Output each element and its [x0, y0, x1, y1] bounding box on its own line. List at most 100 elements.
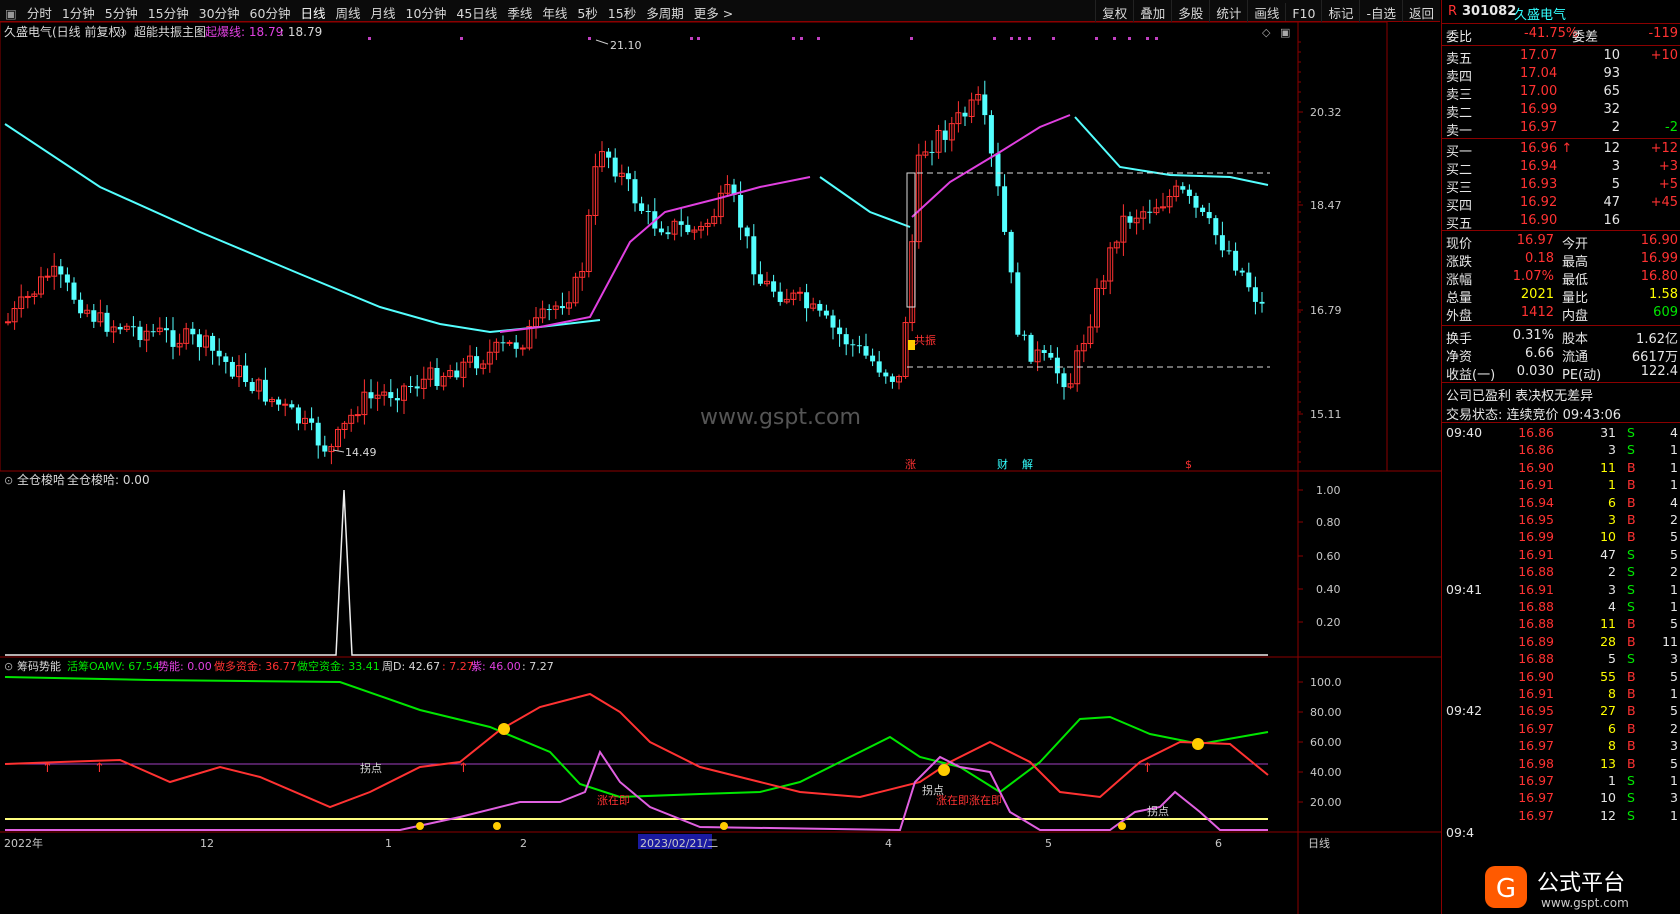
indicator-name: 超能共振主图: [134, 24, 206, 39]
date-label: 2: [520, 837, 527, 850]
bid-change: +12: [1650, 141, 1678, 156]
tick-volume: 1: [1608, 773, 1616, 788]
candle-body: [777, 291, 783, 302]
all-in-signal-line: [5, 489, 1268, 656]
period-tab[interactable]: 15分钟: [143, 0, 194, 22]
svg-text:www.gspt.com: www.gspt.com: [1541, 896, 1629, 910]
stat-value: 16.90: [1640, 233, 1678, 248]
brand-logo: G 公式平台 www.gspt.com: [1481, 860, 1680, 914]
signal-dot: [1028, 37, 1031, 40]
period-tab[interactable]: 分时: [22, 0, 57, 22]
price-axis-label: 20.32: [1310, 106, 1342, 119]
chart-area[interactable]: 久盛电气(日线 前复权)⊙ 超能共振主图起爆线: 18.79: 18.79 ◇ ▣20…: [0, 22, 1441, 914]
candle-body: [757, 274, 763, 284]
period-tab[interactable]: 年线: [537, 0, 572, 22]
tick-row: 09:42 16.95 27 B 5: [1442, 702, 1680, 720]
up-arrow-icon: ↑: [458, 761, 469, 776]
candle-body: [559, 306, 565, 309]
period-tab[interactable]: 5分钟: [100, 0, 143, 22]
period-tab[interactable]: 60分钟: [245, 0, 296, 22]
tick-side: B: [1627, 459, 1636, 475]
candle-body: [625, 173, 631, 180]
signal-dot: [1128, 37, 1131, 40]
signal-label: 涨在即: [597, 794, 630, 807]
signal-label: 拐点: [1147, 804, 1169, 818]
weibi-label: 委比: [1446, 30, 1473, 45]
long-money-line: [4, 692, 1269, 809]
candle-body: [24, 295, 31, 298]
period-tab[interactable]: 30分钟: [194, 0, 245, 22]
candle-body: [1028, 334, 1034, 362]
candle-body: [870, 355, 876, 362]
ask-price: 17.07: [1520, 48, 1558, 63]
toolbar-button[interactable]: -自选: [1359, 0, 1402, 22]
bid-price: 16.96 ↑: [1520, 141, 1573, 156]
signal-dot: [1155, 37, 1158, 40]
toolbar-button[interactable]: 统计: [1209, 0, 1247, 22]
toolbar-button[interactable]: 多股: [1171, 0, 1209, 22]
toolbar-button[interactable]: 画线: [1247, 0, 1285, 22]
watermark: www.gspt.com: [700, 405, 861, 430]
signal-dot: [910, 37, 913, 40]
toolbar-button[interactable]: 叠加: [1133, 0, 1171, 22]
tick-side: S: [1627, 773, 1635, 788]
tick-price: 16.95: [1518, 703, 1554, 719]
tick-price: 16.95: [1518, 512, 1554, 527]
period-tab[interactable]: 10分钟: [401, 0, 452, 22]
resonance-box: [906, 172, 916, 308]
signal-label: 涨在即涨在即: [936, 794, 1002, 807]
date-label: 12: [200, 837, 214, 850]
tick-volume: 5: [1608, 651, 1616, 667]
tick-price: 16.90: [1518, 668, 1554, 684]
tick-volume: 3: [1608, 512, 1616, 527]
candle-body: [606, 151, 612, 158]
toolbar-button[interactable]: F10: [1285, 3, 1321, 21]
candle-body: [1048, 352, 1054, 358]
tick-volume: 28: [1600, 633, 1616, 649]
candle-body: [117, 326, 123, 330]
tick-row: 09:41 16.91 3 S 1: [1442, 581, 1680, 599]
bid-change: +5: [1658, 177, 1678, 192]
settings-icon: ⊙: [118, 26, 127, 39]
candle-body: [196, 334, 202, 348]
toolbar-button[interactable]: 复权: [1095, 0, 1133, 22]
event-marker: 财: [997, 457, 1008, 471]
diamond-icon: ◇: [1262, 26, 1271, 39]
date-label: 2022年: [4, 836, 43, 850]
hand-icon: [1118, 822, 1126, 830]
tick-count: 1: [1670, 686, 1678, 701]
breakout-line-value: : 18.79: [280, 25, 322, 39]
tick-volume: 1: [1608, 477, 1616, 493]
tick-row: 16.95 3 B 2: [1442, 511, 1680, 529]
candle-body: [1061, 373, 1067, 388]
tick-price: 16.86: [1518, 442, 1554, 458]
period-tab[interactable]: 周线: [330, 0, 365, 22]
tick-count: 5: [1670, 703, 1678, 719]
period-tab[interactable]: 更多 >: [689, 0, 738, 22]
candle-body: [223, 356, 229, 362]
period-tab[interactable]: 月线: [365, 0, 400, 22]
signal-dot: [792, 37, 795, 40]
period-tab[interactable]: 多周期: [641, 0, 689, 22]
period-tab[interactable]: 1分钟: [57, 0, 100, 22]
tick-count: 11: [1662, 633, 1678, 649]
menu-icon[interactable]: ▣: [0, 3, 22, 21]
stat-label: 外盘: [1446, 309, 1473, 324]
period-tab[interactable]: 日线: [295, 0, 330, 22]
toolbar-button[interactable]: 标记: [1321, 0, 1359, 22]
period-tab[interactable]: 5秒: [572, 0, 602, 22]
candle-body: [130, 326, 136, 328]
candle-body: [354, 414, 361, 417]
tick-row: 16.97 6 B 2: [1442, 720, 1680, 738]
period-tab[interactable]: 15秒: [603, 0, 641, 22]
toolbar-button[interactable]: 返回: [1401, 0, 1440, 22]
hand-icon: [908, 340, 915, 350]
smiley-icon: [1192, 738, 1204, 750]
candle-body: [474, 356, 480, 369]
period-tab[interactable]: 季线: [502, 0, 537, 22]
weibi-value: -41.75%: [1524, 26, 1579, 41]
candle-body: [738, 194, 744, 228]
bid-change: +45: [1650, 195, 1678, 210]
bid-volume: 5: [1611, 177, 1620, 192]
period-tab[interactable]: 45日线: [451, 0, 502, 22]
